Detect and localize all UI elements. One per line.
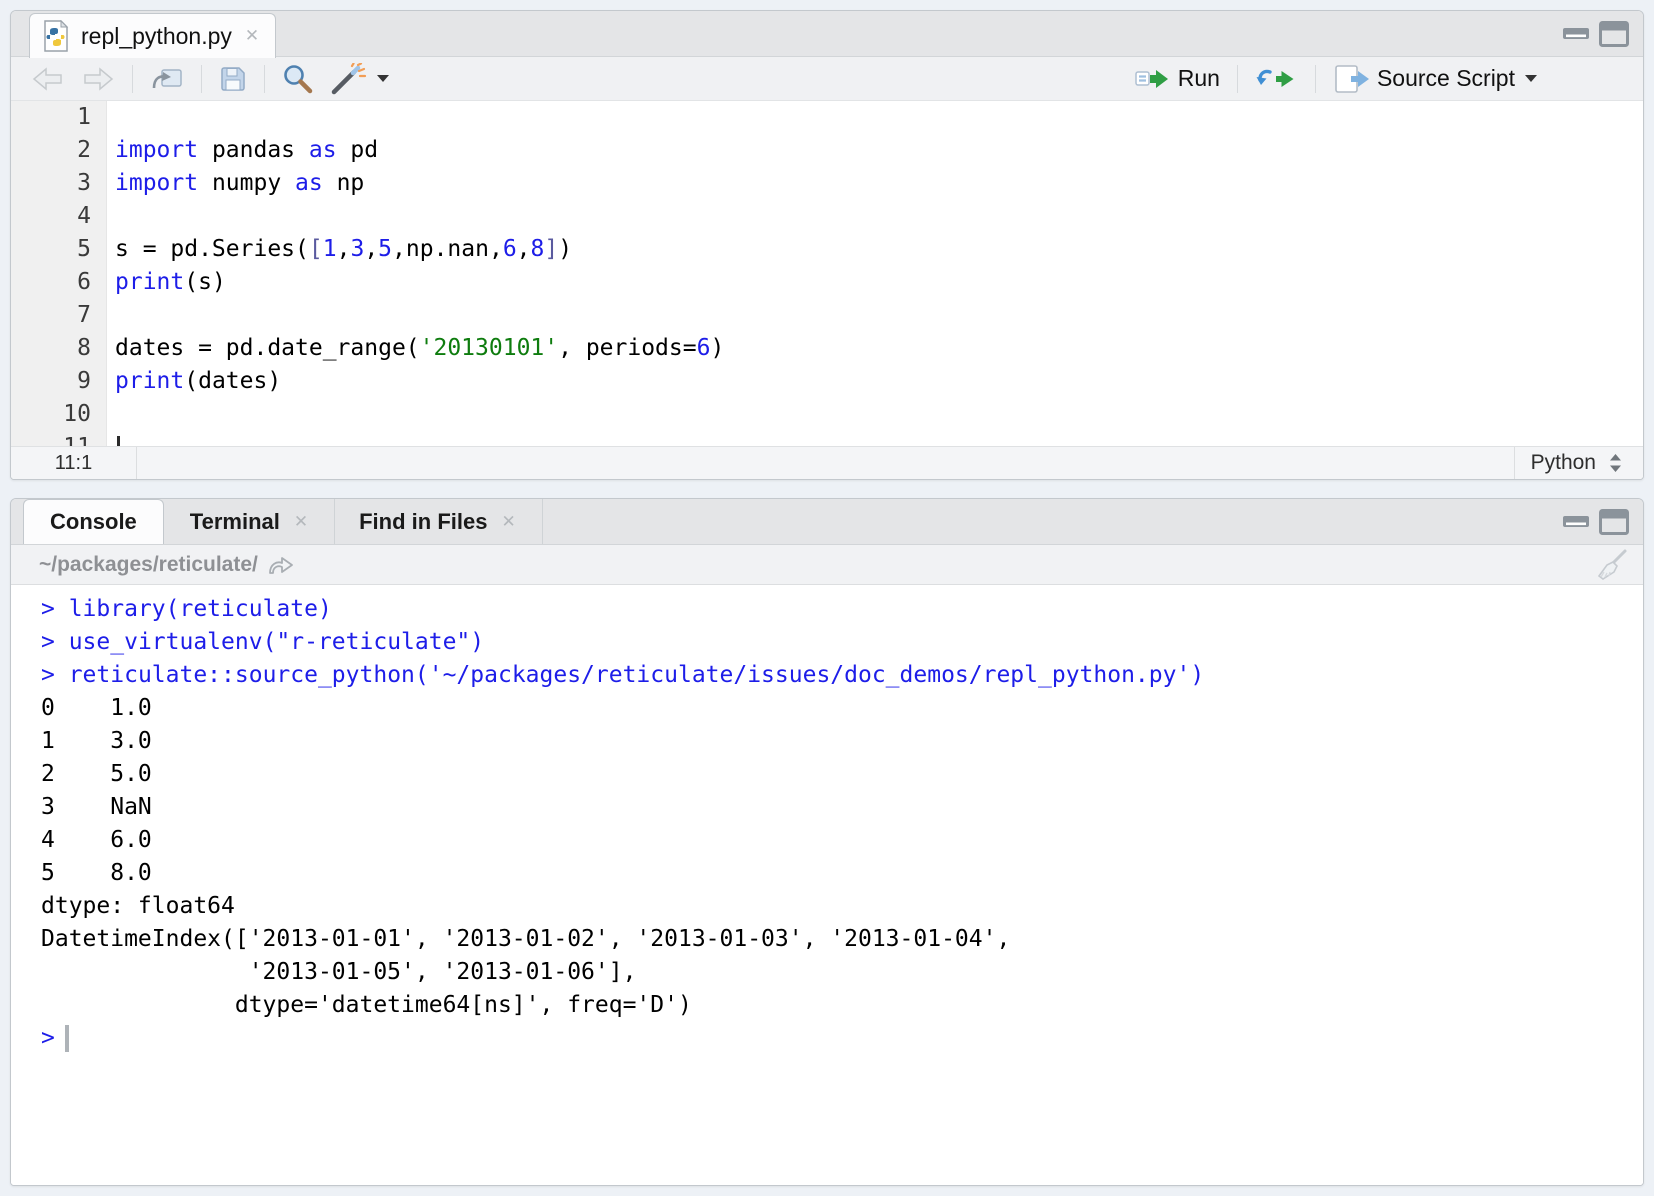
close-icon[interactable]: ✕ [499,510,517,534]
back-arrow-icon [31,66,65,92]
line-number: 1 [11,101,91,134]
close-icon[interactable]: ✕ [292,510,310,534]
find-replace-button[interactable] [274,60,321,97]
updown-arrows-icon [1608,452,1623,474]
console-line: 0 1.0 [41,692,1643,725]
close-icon[interactable]: ✕ [243,24,261,48]
code-line [115,398,1643,431]
code-line [115,431,1643,446]
line-number: 2 [11,134,91,167]
console-line: 4 6.0 [41,824,1643,857]
line-number: 5 [11,233,91,266]
maximize-icon[interactable] [1599,21,1629,47]
line-number: 4 [11,200,91,233]
language-label: Python [1531,451,1596,475]
run-label: Run [1178,65,1220,92]
console-prompt: > [41,629,69,655]
editor-statusbar: 11:1 Python [11,446,1643,479]
minimize-icon[interactable] [1562,515,1590,528]
code-line: print(s) [115,266,1643,299]
code-line [115,101,1643,134]
source-script-button[interactable]: Source Script [1325,61,1545,97]
source-editor-pane: repl_python.py ✕ [10,10,1644,480]
console-output[interactable]: > library(reticulate)> use_virtualenv("r… [11,585,1643,1185]
tab-label: Find in Files [359,509,487,535]
console-prompt: > [41,596,69,622]
open-in-new-window-icon [150,65,184,93]
code-line: s = pd.Series([1,3,5,np.nan,6,8]) [115,233,1643,266]
open-in-new-window-button[interactable] [142,62,192,96]
console-line: > library(reticulate) [41,593,1643,626]
console-tabstrip: Console Terminal ✕ Find in Files ✕ [11,499,1643,545]
tab-repl-python[interactable]: repl_python.py ✕ [29,13,276,58]
line-number: 7 [11,299,91,332]
console-line: > reticulate::source_python('~/packages/… [41,659,1643,692]
source-script-label: Source Script [1377,65,1515,92]
console-line: dtype='datetime64[ns]', freq='D') [41,989,1643,1022]
editor-gutter: 1234567891011 [11,101,107,446]
console-line: 1 3.0 [41,725,1643,758]
tab-label: Terminal [190,509,280,535]
working-directory-link[interactable]: ~/packages/reticulate/ [39,553,258,577]
forward-button[interactable] [73,63,123,95]
tab-find-in-files[interactable]: Find in Files ✕ [335,499,543,544]
code-line: import pandas as pd [115,134,1643,167]
python-file-icon [42,20,70,52]
code-line: print(dates) [115,365,1643,398]
maximize-icon[interactable] [1599,509,1629,535]
console-line: 2 5.0 [41,758,1643,791]
chevron-down-icon [1525,75,1537,82]
console-prompt: > [41,1025,55,1051]
console-line: 3 NaN [41,791,1643,824]
code-line [115,200,1643,233]
editor-toolbar: Run Source Script [11,57,1643,101]
tab-title: repl_python.py [81,23,232,50]
console-line: > [41,1022,1643,1055]
tab-label: Console [50,509,137,535]
code-line [115,299,1643,332]
line-number: 9 [11,365,91,398]
run-icon [1134,66,1171,92]
rerun-icon [1255,66,1298,92]
save-button[interactable] [211,62,255,96]
search-icon [282,63,313,94]
console-line: > use_virtualenv("r-reticulate") [41,626,1643,659]
chevron-down-icon [377,75,389,82]
back-button[interactable] [23,63,73,95]
console-cursor [65,1025,69,1052]
console-line: DatetimeIndex(['2013-01-01', '2013-01-02… [41,923,1643,956]
line-number: 11 [11,431,91,446]
line-number: 6 [11,266,91,299]
rerun-button[interactable] [1247,63,1306,95]
line-number: 3 [11,167,91,200]
console-pane: Console Terminal ✕ Find in Files ✕ ~/package… [10,498,1644,1186]
console-line: dtype: float64 [41,890,1643,923]
console-header: ~/packages/reticulate/ [11,545,1643,585]
code-line: import numpy as np [115,167,1643,200]
cursor-position[interactable]: 11:1 [11,447,137,479]
code-editor[interactable]: 1234567891011 import pandas as pdimport … [11,101,1643,446]
code-tools-button[interactable] [321,60,397,98]
forward-arrow-icon [81,66,115,92]
magic-wand-icon [329,63,367,95]
line-number: 10 [11,398,91,431]
minimize-icon[interactable] [1562,27,1590,40]
language-selector[interactable]: Python [1514,447,1643,479]
goto-directory-icon[interactable] [266,554,296,576]
console-prompt: > [41,662,69,688]
code-lines: import pandas as pdimport numpy as np s =… [107,101,1643,446]
run-button[interactable]: Run [1126,62,1228,95]
console-line: '2013-01-05', '2013-01-06'], [41,956,1643,989]
text-cursor [117,436,120,447]
line-number: 8 [11,332,91,365]
source-script-icon [1333,64,1370,94]
console-line: 5 8.0 [41,857,1643,890]
clear-console-icon[interactable] [1593,548,1629,582]
editor-tabstrip: repl_python.py ✕ [11,11,1643,57]
save-icon [219,65,247,93]
tab-terminal[interactable]: Terminal ✕ [166,499,335,544]
code-line: dates = pd.date_range('20130101', period… [115,332,1643,365]
tab-console[interactable]: Console [23,499,164,544]
